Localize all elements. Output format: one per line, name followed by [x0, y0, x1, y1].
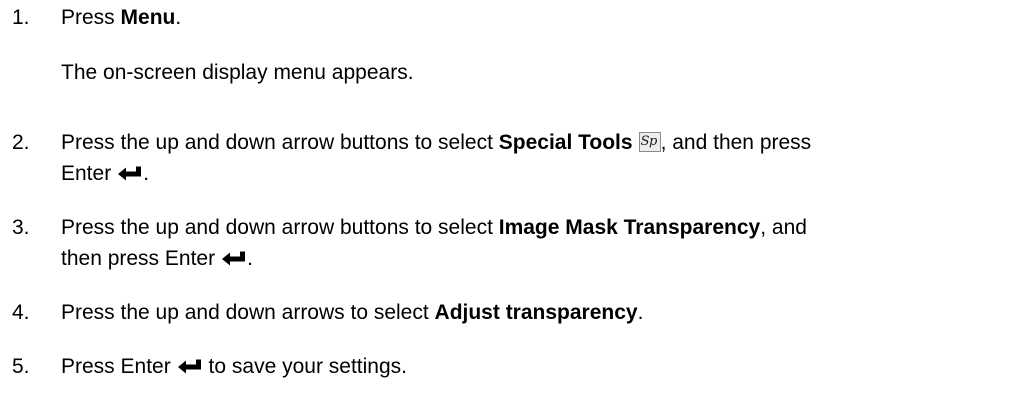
step-body: Press Enter to save your settings.	[61, 351, 1016, 382]
menu-keyword: Menu	[120, 6, 176, 29]
adjust-transparency-keyword: Adjust transparency	[434, 301, 638, 324]
enter-arrow-icon	[177, 359, 201, 374]
step-number: 2.	[12, 131, 30, 154]
step-number: 4.	[12, 301, 30, 324]
step-text-line2: Enter	[61, 162, 112, 185]
step-body: Press Menu.	[61, 2, 1016, 33]
step-number: 1.	[12, 6, 30, 29]
step-text-line2: then press Enter	[61, 247, 216, 270]
special-tools-keyword: Special Tools	[498, 131, 633, 154]
step-text-end: to save your settings.	[202, 355, 407, 378]
step-text-line2-end: .	[247, 247, 253, 270]
step-text-end: .	[637, 301, 644, 324]
enter-arrow-icon	[222, 251, 246, 266]
step-text: Press	[61, 6, 121, 29]
special-tools-icon: Sp	[638, 132, 661, 152]
step-number: 5.	[12, 355, 30, 378]
step-text-line2-end: .	[143, 162, 150, 185]
instruction-document: 1. Press Menu. The on-screen display men…	[0, 0, 1026, 400]
step-body: Press the up and down arrow buttons to s…	[61, 127, 1016, 189]
enter-arrow-icon	[118, 166, 142, 181]
step-text: Press the up and down arrow buttons to s…	[61, 131, 499, 154]
image-mask-transparency-keyword: Image Mask Transparency	[498, 216, 761, 239]
step-text-end: , and then press	[660, 131, 812, 154]
step-body: Press the up and down arrows to select A…	[61, 297, 1016, 328]
step-1-result-note: The on-screen display menu appears.	[61, 61, 414, 84]
step-text: Press the up and down arrow buttons to s…	[61, 216, 499, 239]
step-text-end: , and	[760, 216, 807, 239]
step-text: Press the up and down arrows to select	[61, 301, 435, 324]
step-text-end: .	[175, 6, 182, 29]
step-number: 3.	[12, 216, 30, 239]
step-body: Press the up and down arrow buttons to s…	[61, 212, 1016, 274]
step-text: Press Enter	[61, 355, 171, 378]
